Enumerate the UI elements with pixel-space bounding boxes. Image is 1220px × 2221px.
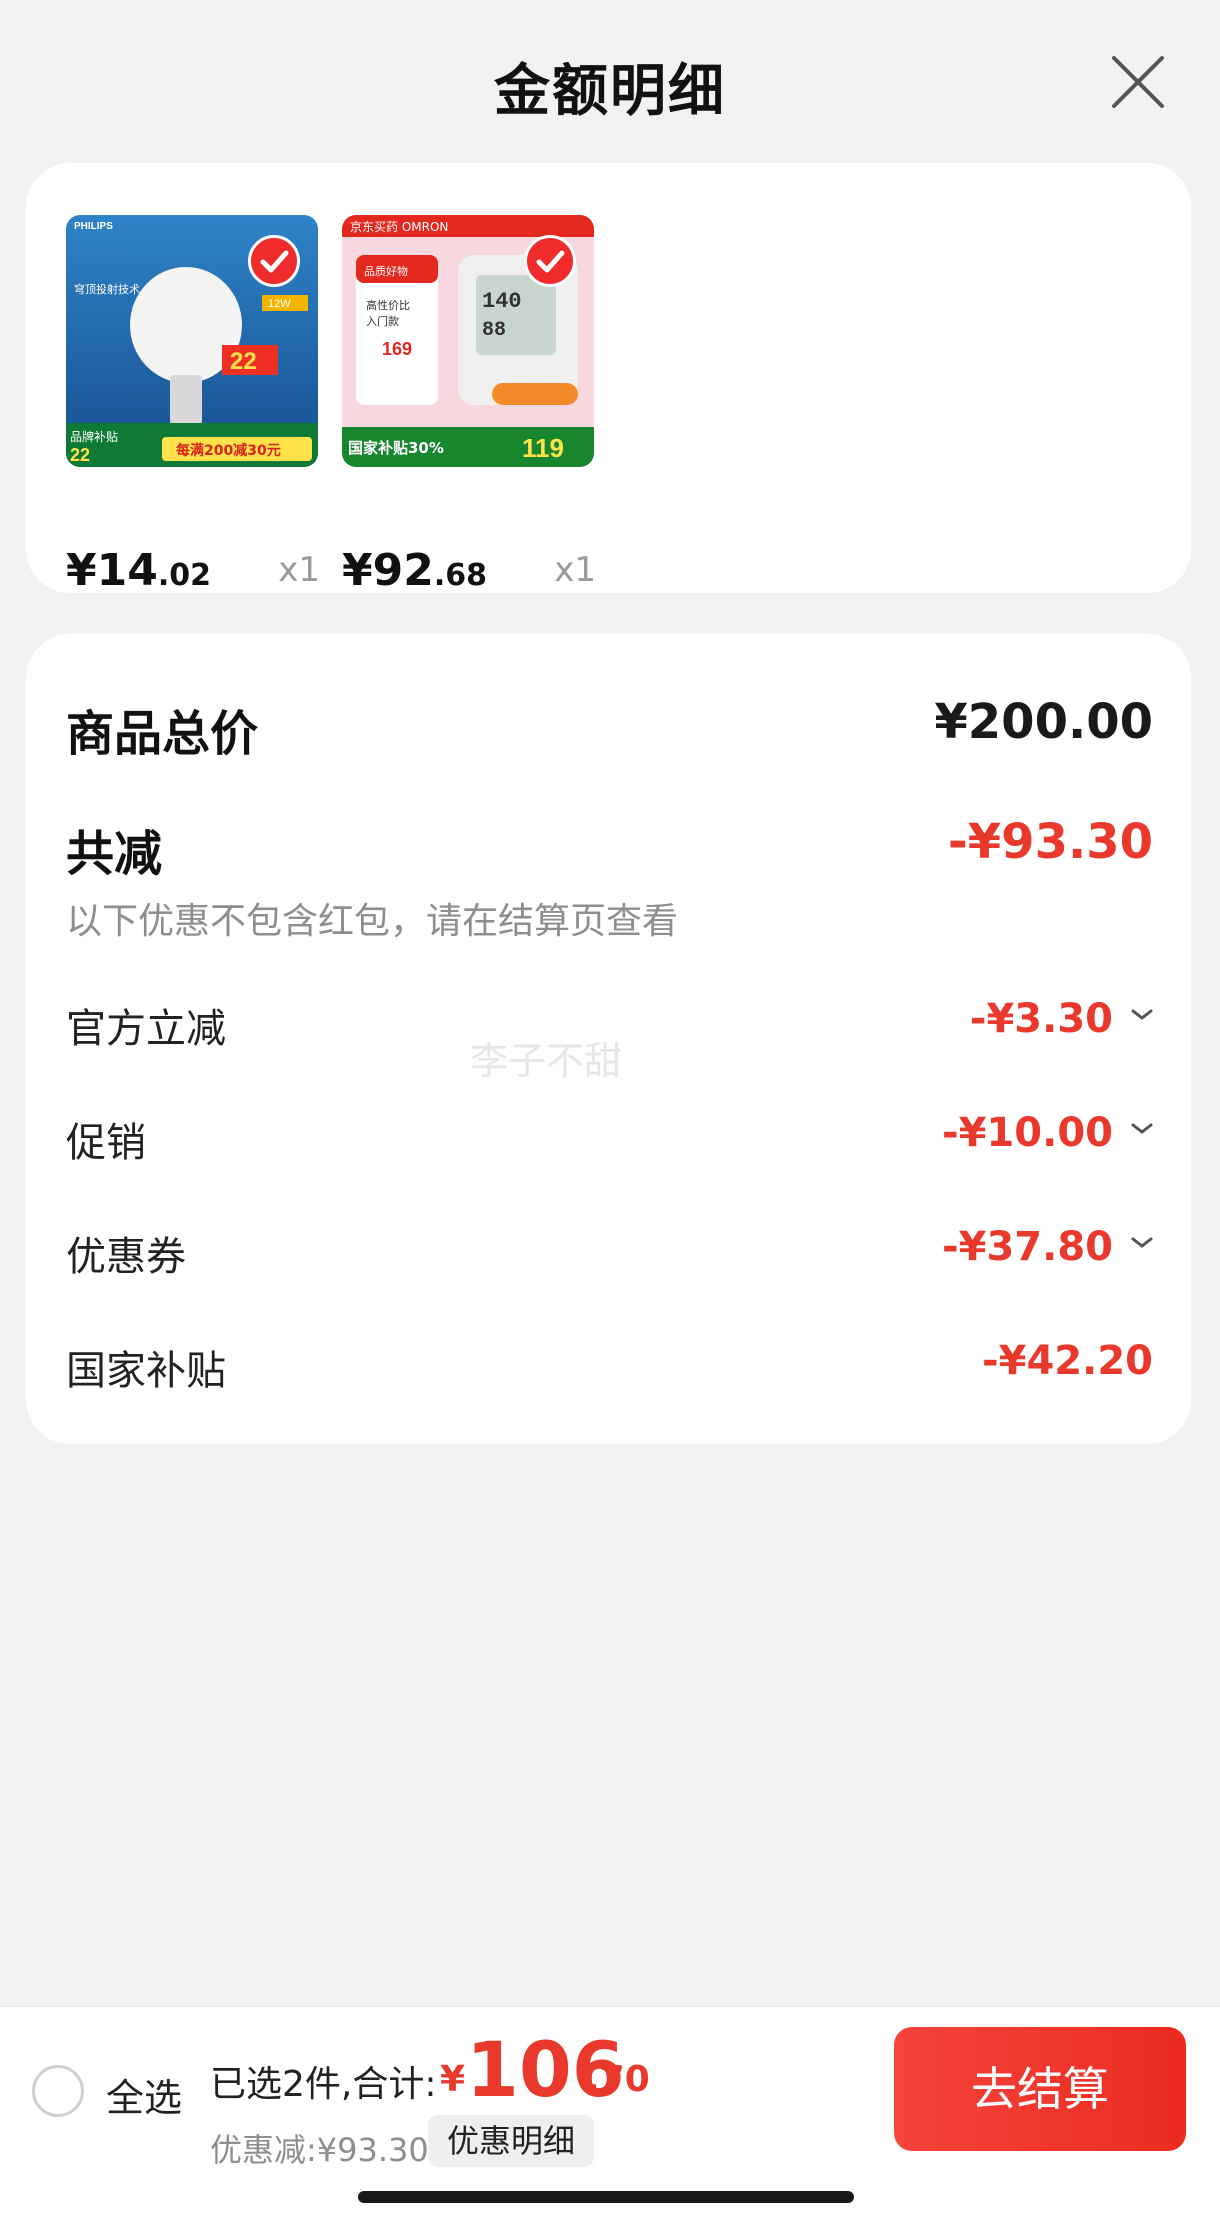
svg-text:119: 119 bbox=[522, 433, 564, 463]
discount-summary-text: 优惠减:¥93.30 bbox=[210, 2131, 429, 2169]
amount-detail-sheet: 金额明细 PHILIPS 穹顶投射技术 12W 22 品牌补贴 22 每满200… bbox=[0, 0, 1220, 2221]
discount-row-subsidy: 国家补贴 -¥42.20 bbox=[66, 1338, 1153, 1394]
chevron-down-icon[interactable] bbox=[1129, 1120, 1155, 1136]
svg-text:品牌补贴: 品牌补贴 bbox=[70, 430, 118, 444]
svg-text:22: 22 bbox=[70, 445, 90, 465]
select-all-radio[interactable] bbox=[32, 2065, 84, 2117]
discount-value: -¥3.30 bbox=[969, 996, 1113, 1042]
total-reduce-value: -¥93.30 bbox=[947, 814, 1153, 870]
discount-label: 国家补贴 bbox=[66, 1348, 226, 1394]
select-all-label[interactable]: 全选 bbox=[106, 2067, 182, 2122]
checkout-bar: 全选 已选2件,合计: ¥ 106 .70 优惠减:¥93.30 优惠明细 去结… bbox=[0, 2006, 1220, 2221]
selected-count-text: 已选2件,合计: bbox=[210, 2064, 437, 2105]
discount-value: -¥37.80 bbox=[942, 1224, 1113, 1270]
product-qty: x1 bbox=[278, 550, 320, 590]
total-currency: ¥ bbox=[440, 2059, 466, 2100]
svg-text:国家补贴30%: 国家补贴30% bbox=[348, 439, 444, 457]
product-image-bp-monitor[interactable]: 京东买药 OMRON 品质好物 高性价比 入门款 169 140 88 国家补贴… bbox=[342, 215, 594, 467]
discount-detail-button[interactable]: 优惠明细 bbox=[428, 2115, 594, 2167]
chevron-down-icon[interactable] bbox=[1129, 1234, 1155, 1250]
product-price: ¥92.68 bbox=[342, 545, 488, 596]
svg-text:每满200减30元: 每满200减30元 bbox=[176, 442, 281, 459]
discount-value: -¥42.20 bbox=[982, 1338, 1153, 1384]
product-qty: x1 bbox=[554, 550, 596, 590]
discount-label: 官方立减 bbox=[66, 1006, 226, 1052]
goods-total-value: ¥200.00 bbox=[934, 694, 1153, 750]
discount-row-coupon[interactable]: 优惠券 -¥37.80 bbox=[66, 1224, 1153, 1280]
svg-text:PHILIPS: PHILIPS bbox=[74, 221, 113, 232]
discount-label: 促销 bbox=[66, 1120, 146, 1166]
discount-value: -¥10.00 bbox=[942, 1110, 1113, 1156]
svg-text:品质好物: 品质好物 bbox=[364, 264, 408, 278]
svg-text:12W: 12W bbox=[268, 298, 291, 310]
checkout-button[interactable]: 去结算 bbox=[894, 2027, 1186, 2151]
product-price: ¥14.02 bbox=[66, 545, 212, 596]
total-reduce-label: 共减 bbox=[66, 826, 163, 882]
svg-text:穹顶投射技术: 穹顶投射技术 bbox=[74, 282, 140, 296]
svg-text:高性价比: 高性价比 bbox=[366, 298, 410, 312]
header: 金额明细 bbox=[0, 0, 1220, 160]
product-image-bulb[interactable]: PHILIPS 穹顶投射技术 12W 22 品牌补贴 22 每满200减30元 bbox=[66, 215, 318, 467]
goods-total-label: 商品总价 bbox=[66, 706, 259, 762]
page-title: 金额明细 bbox=[494, 59, 726, 124]
svg-text:22: 22 bbox=[230, 348, 257, 375]
discount-row-promotion[interactable]: 促销 -¥10.00 bbox=[66, 1110, 1153, 1166]
selected-check-icon[interactable] bbox=[248, 235, 300, 287]
total-amount-decimal: .70 bbox=[586, 2059, 650, 2100]
svg-text:169: 169 bbox=[382, 339, 412, 359]
discount-note: 以下优惠不包含红包，请在结算页查看 bbox=[66, 901, 679, 942]
product-list-card: PHILIPS 穹顶投射技术 12W 22 品牌补贴 22 每满200减30元 bbox=[26, 163, 1191, 596]
svg-text:88: 88 bbox=[482, 319, 506, 342]
close-icon[interactable] bbox=[1108, 52, 1168, 112]
home-indicator[interactable] bbox=[358, 2191, 854, 2203]
goods-total-row: 商品总价 ¥200.00 bbox=[66, 694, 1153, 762]
svg-text:京东买药 OMRON: 京东买药 OMRON bbox=[350, 220, 448, 234]
discount-label: 优惠券 bbox=[66, 1234, 186, 1280]
selected-check-icon[interactable] bbox=[524, 235, 576, 287]
svg-text:140: 140 bbox=[482, 289, 522, 314]
watermark: 李子不甜 bbox=[470, 1039, 623, 1083]
chevron-down-icon[interactable] bbox=[1129, 1006, 1155, 1022]
total-reduce-row: 共减 -¥93.30 bbox=[66, 814, 1153, 882]
svg-text:入门款: 入门款 bbox=[366, 314, 399, 328]
